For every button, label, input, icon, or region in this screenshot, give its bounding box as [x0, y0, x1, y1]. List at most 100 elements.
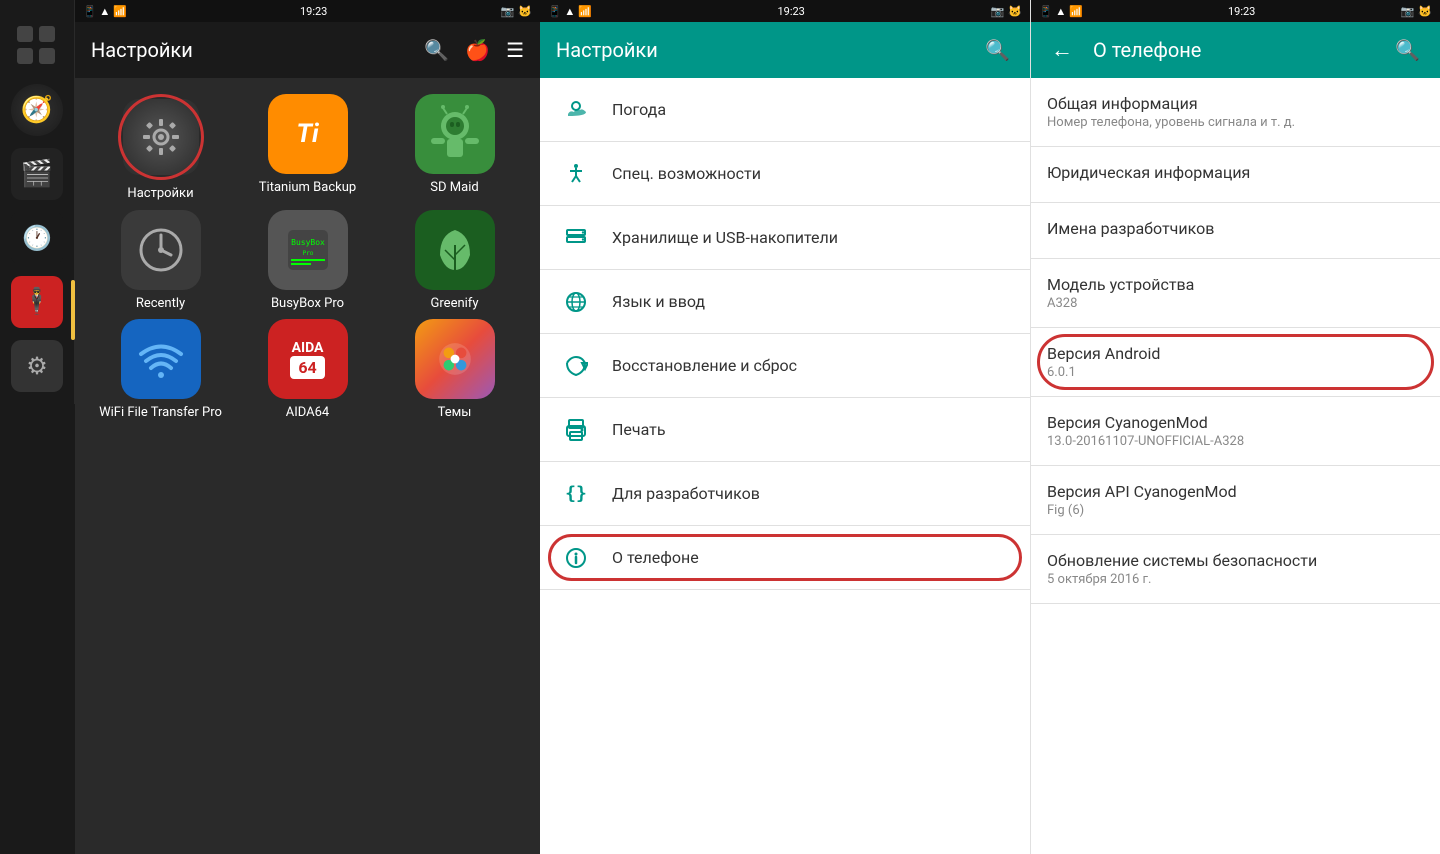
- settings-item-storage-label: Хранилище и USB-накопители: [612, 228, 838, 247]
- about-item-cyanogenapi-subtitle: Fig (6): [1047, 503, 1424, 518]
- svg-text:BusyBox: BusyBox: [291, 238, 325, 247]
- about-icon: [556, 546, 596, 570]
- about-item-cyanogenmod-subtitle: 13.0-20161107-UNOFFICIAL-A328: [1047, 434, 1424, 449]
- about-item-general-subtitle: Номер телефона, уровень сигнала и т. д.: [1047, 115, 1424, 130]
- app-label-aida64: AIDA64: [286, 405, 330, 421]
- settings-item-about[interactable]: О телефоне: [540, 526, 1030, 590]
- settings-item-weather-label: Погода: [612, 100, 666, 119]
- about-item-general-title: Общая информация: [1047, 94, 1424, 113]
- wifi-icon: [121, 319, 201, 399]
- settings-item-accessibility[interactable]: Спец. возможности: [540, 142, 1030, 206]
- about-panel-title: О телефоне: [1093, 38, 1375, 62]
- settings-panel-title: Настройки: [556, 38, 965, 62]
- scroll-indicator: [71, 280, 75, 340]
- accessibility-icon: [556, 162, 596, 186]
- about-item-cyanogenmod[interactable]: Версия CyanogenMod 13.0-20161107-UNOFFIC…: [1031, 397, 1440, 466]
- middle-header-icons: 🔍 🍎 ☰: [424, 38, 524, 62]
- app-label-sdmaid: SD Maid: [430, 180, 478, 196]
- app-item-wifi[interactable]: WiFi File Transfer Pro: [91, 319, 230, 421]
- about-item-legal-title: Юридическая информация: [1047, 163, 1424, 182]
- search-icon-about[interactable]: 🔍: [1391, 34, 1424, 66]
- search-icon-middle[interactable]: 🔍: [424, 38, 449, 62]
- settings-item-developer[interactable]: {} Для разработчиков: [540, 462, 1030, 526]
- weather-icon: [556, 98, 596, 122]
- middle-header: Настройки 🔍 🍎 ☰: [75, 22, 540, 78]
- right-container: 📱 ▲ 📶 19:23 📷🐱 Настройки 🔍 Погода: [540, 0, 1440, 854]
- app-item-nastroyki[interactable]: Настройки: [91, 94, 230, 202]
- status-time-middle: 19:23: [300, 5, 327, 18]
- middle-panel-title: Настройки: [91, 38, 193, 62]
- settings-item-weather[interactable]: Погода: [540, 78, 1030, 142]
- status-left-icons-s: 📱 ▲ 📶: [548, 5, 592, 18]
- about-item-cyanogenapi[interactable]: Версия API CyanogenMod Fig (6): [1031, 466, 1440, 535]
- app-item-recently[interactable]: Recently: [91, 210, 230, 312]
- about-item-devnames-title: Имена разработчиков: [1047, 219, 1424, 238]
- settings-item-developer-label: Для разработчиков: [612, 484, 760, 503]
- sidebar-movie-icon[interactable]: 🎬: [7, 144, 67, 204]
- about-item-androidversion-title: Версия Android: [1047, 344, 1424, 363]
- settings-item-accessibility-label: Спец. возможности: [612, 164, 761, 183]
- app-label-greenify: Greenify: [431, 296, 479, 312]
- about-item-model-title: Модель устройства: [1047, 275, 1424, 294]
- app-item-busybox[interactable]: BusyBox Pro BusyBox Pro: [238, 210, 377, 312]
- about-item-legal[interactable]: Юридическая информация: [1031, 147, 1440, 203]
- status-time-settings: 19:23: [777, 5, 804, 18]
- settings-panel: 📱 ▲ 📶 19:23 📷🐱 Настройки 🔍 Погода: [540, 0, 1030, 854]
- settings-item-language-label: Язык и ввод: [612, 292, 705, 311]
- back-button[interactable]: ←: [1047, 33, 1077, 67]
- settings-item-print[interactable]: Печать: [540, 398, 1030, 462]
- about-panel: 📱 ▲ 📶 19:23 📷🐱 ← О телефоне 🔍 Общая инфо…: [1030, 0, 1440, 854]
- settings-item-about-label: О телефоне: [612, 548, 699, 567]
- status-right-icons-s: 📷🐱: [991, 5, 1022, 18]
- search-icon-settings[interactable]: 🔍: [981, 34, 1014, 66]
- recently-icon: [121, 210, 201, 290]
- language-icon: [556, 290, 596, 314]
- sidebar-suit-icon[interactable]: 🕴: [7, 272, 67, 332]
- about-item-cyanogenapi-title: Версия API CyanogenMod: [1047, 482, 1424, 501]
- app-item-greenify[interactable]: Greenify: [385, 210, 524, 312]
- sidebar-clock-icon[interactable]: 🕐: [7, 208, 67, 268]
- settings-item-restore[interactable]: Восстановление и сброс: [540, 334, 1030, 398]
- sidebar-grid-icon[interactable]: [7, 16, 67, 76]
- about-item-general[interactable]: Общая информация Номер телефона, уровень…: [1031, 78, 1440, 147]
- about-list: Общая информация Номер телефона, уровень…: [1031, 78, 1440, 854]
- greenify-icon: [415, 210, 495, 290]
- status-time-about: 19:23: [1228, 5, 1255, 18]
- svg-text:Pro: Pro: [302, 250, 313, 257]
- about-item-security-subtitle: 5 октября 2016 г.: [1047, 572, 1424, 587]
- status-right-icons-a: 📷🐱: [1401, 5, 1432, 18]
- app-label-titanium: Titanium Backup: [259, 180, 356, 196]
- about-item-model[interactable]: Модель устройства A328: [1031, 259, 1440, 328]
- app-label-nastroyki: Настройки: [127, 186, 193, 202]
- app-item-sdmaid[interactable]: SD Maid: [385, 94, 524, 202]
- status-bar-settings: 📱 ▲ 📶 19:23 📷🐱: [540, 0, 1030, 22]
- settings-item-language[interactable]: Язык и ввод: [540, 270, 1030, 334]
- status-bar-about: 📱 ▲ 📶 19:23 📷🐱: [1031, 0, 1440, 22]
- menu-icon-middle[interactable]: ☰: [506, 38, 524, 62]
- settings-item-storage[interactable]: Хранилище и USB-накопители: [540, 206, 1030, 270]
- sidebar-compass-icon[interactable]: 🧭: [7, 80, 67, 140]
- sidebar-settings-icon[interactable]: ⚙: [7, 336, 67, 396]
- about-header: ← О телефоне 🔍: [1031, 22, 1440, 78]
- storage-icon: [556, 226, 596, 250]
- apple-icon[interactable]: 🍎: [465, 38, 490, 62]
- settings-list: Погода Спец. возможности: [540, 78, 1030, 854]
- print-icon: [556, 418, 596, 442]
- about-item-security[interactable]: Обновление системы безопасности 5 октябр…: [1031, 535, 1440, 604]
- about-item-cyanogenmod-title: Версия CyanogenMod: [1047, 413, 1424, 432]
- about-item-devnames[interactable]: Имена разработчиков: [1031, 203, 1440, 259]
- restore-icon: [556, 354, 596, 378]
- status-bar-middle: 📱 ▲ 📶 19:23 📷🐱: [75, 0, 540, 22]
- left-sidebar: 🧭 🎬 🕐 🕴 ⚙: [0, 0, 75, 404]
- status-left-icons: 📱 ▲ 📶: [83, 5, 127, 18]
- app-item-titanium[interactable]: Ti Titanium Backup: [238, 94, 377, 202]
- about-item-androidversion[interactable]: Версия Android 6.0.1: [1031, 328, 1440, 397]
- app-grid: Настройки Ti Titanium Backup: [75, 78, 540, 437]
- app-label-themes: Темы: [438, 405, 472, 421]
- sdmaid-icon: [415, 94, 495, 174]
- settings-item-print-label: Печать: [612, 420, 666, 439]
- app-item-themes[interactable]: Темы: [385, 319, 524, 421]
- app-label-wifi: WiFi File Transfer Pro: [99, 405, 222, 421]
- app-item-aida64[interactable]: AIDA 64 AIDA64: [238, 319, 377, 421]
- settings-item-restore-label: Восстановление и сброс: [612, 356, 797, 375]
